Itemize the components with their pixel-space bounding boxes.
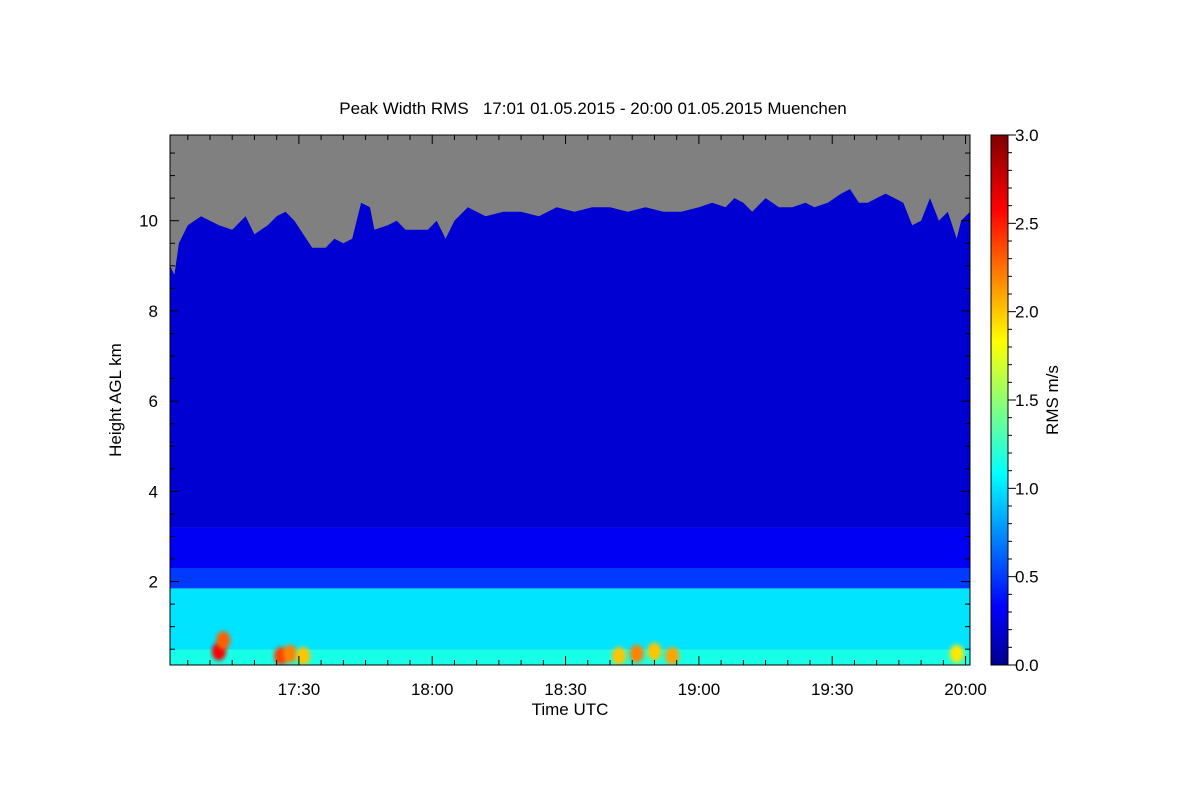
heatmap-layer xyxy=(170,588,970,650)
colorbar-tick-label: 0.0 xyxy=(1015,656,1039,675)
x-tick-label: 20:00 xyxy=(944,680,987,699)
colorbar-tick-label: 3.0 xyxy=(1015,126,1039,145)
heatmap-hotspot xyxy=(283,644,297,663)
x-tick-label: 18:00 xyxy=(411,680,454,699)
y-axis-label: Height AGL km xyxy=(106,343,125,457)
chart-title: Peak Width RMS 17:01 01.05.2015 - 20:00 … xyxy=(339,99,847,118)
colorbar xyxy=(990,134,1009,666)
y-tick-label: 2 xyxy=(149,573,158,592)
heatmap-layer xyxy=(170,568,970,589)
x-tick-label: 19:00 xyxy=(678,680,721,699)
heatmap-hotspot xyxy=(949,644,964,663)
heatmap-layer xyxy=(170,189,970,528)
x-tick-label: 19:30 xyxy=(811,680,854,699)
y-tick-label: 8 xyxy=(149,302,158,321)
heatmap-layer xyxy=(170,527,970,568)
colorbar-tick-label: 2.5 xyxy=(1015,214,1039,233)
colorbar-tick-label: 1.5 xyxy=(1015,391,1039,410)
heatmap-chart: Peak Width RMS 17:01 01.05.2015 - 20:00 … xyxy=(106,99,1062,719)
colorbar-tick-label: 1.0 xyxy=(1015,479,1039,498)
chart-container: Peak Width RMS 17:01 01.05.2015 - 20:00 … xyxy=(0,0,1200,800)
plot-area xyxy=(170,135,970,665)
x-axis-label: Time UTC xyxy=(532,700,609,719)
heatmap-hotspot xyxy=(216,631,231,650)
heatmap-hotspot xyxy=(647,642,662,661)
heatmap-layers xyxy=(170,189,970,665)
y-tick-label: 4 xyxy=(149,482,158,501)
x-tick-label: 17:30 xyxy=(278,680,321,699)
colorbar-label: RMS m/s xyxy=(1043,365,1062,435)
y-tick-label: 6 xyxy=(149,392,158,411)
y-tick-label: 10 xyxy=(139,212,158,231)
x-tick-label: 18:30 xyxy=(544,680,587,699)
colorbar-tick-label: 0.5 xyxy=(1015,568,1039,587)
heatmap-hotspot xyxy=(611,647,626,665)
colorbar-tick-label: 2.0 xyxy=(1015,303,1039,322)
